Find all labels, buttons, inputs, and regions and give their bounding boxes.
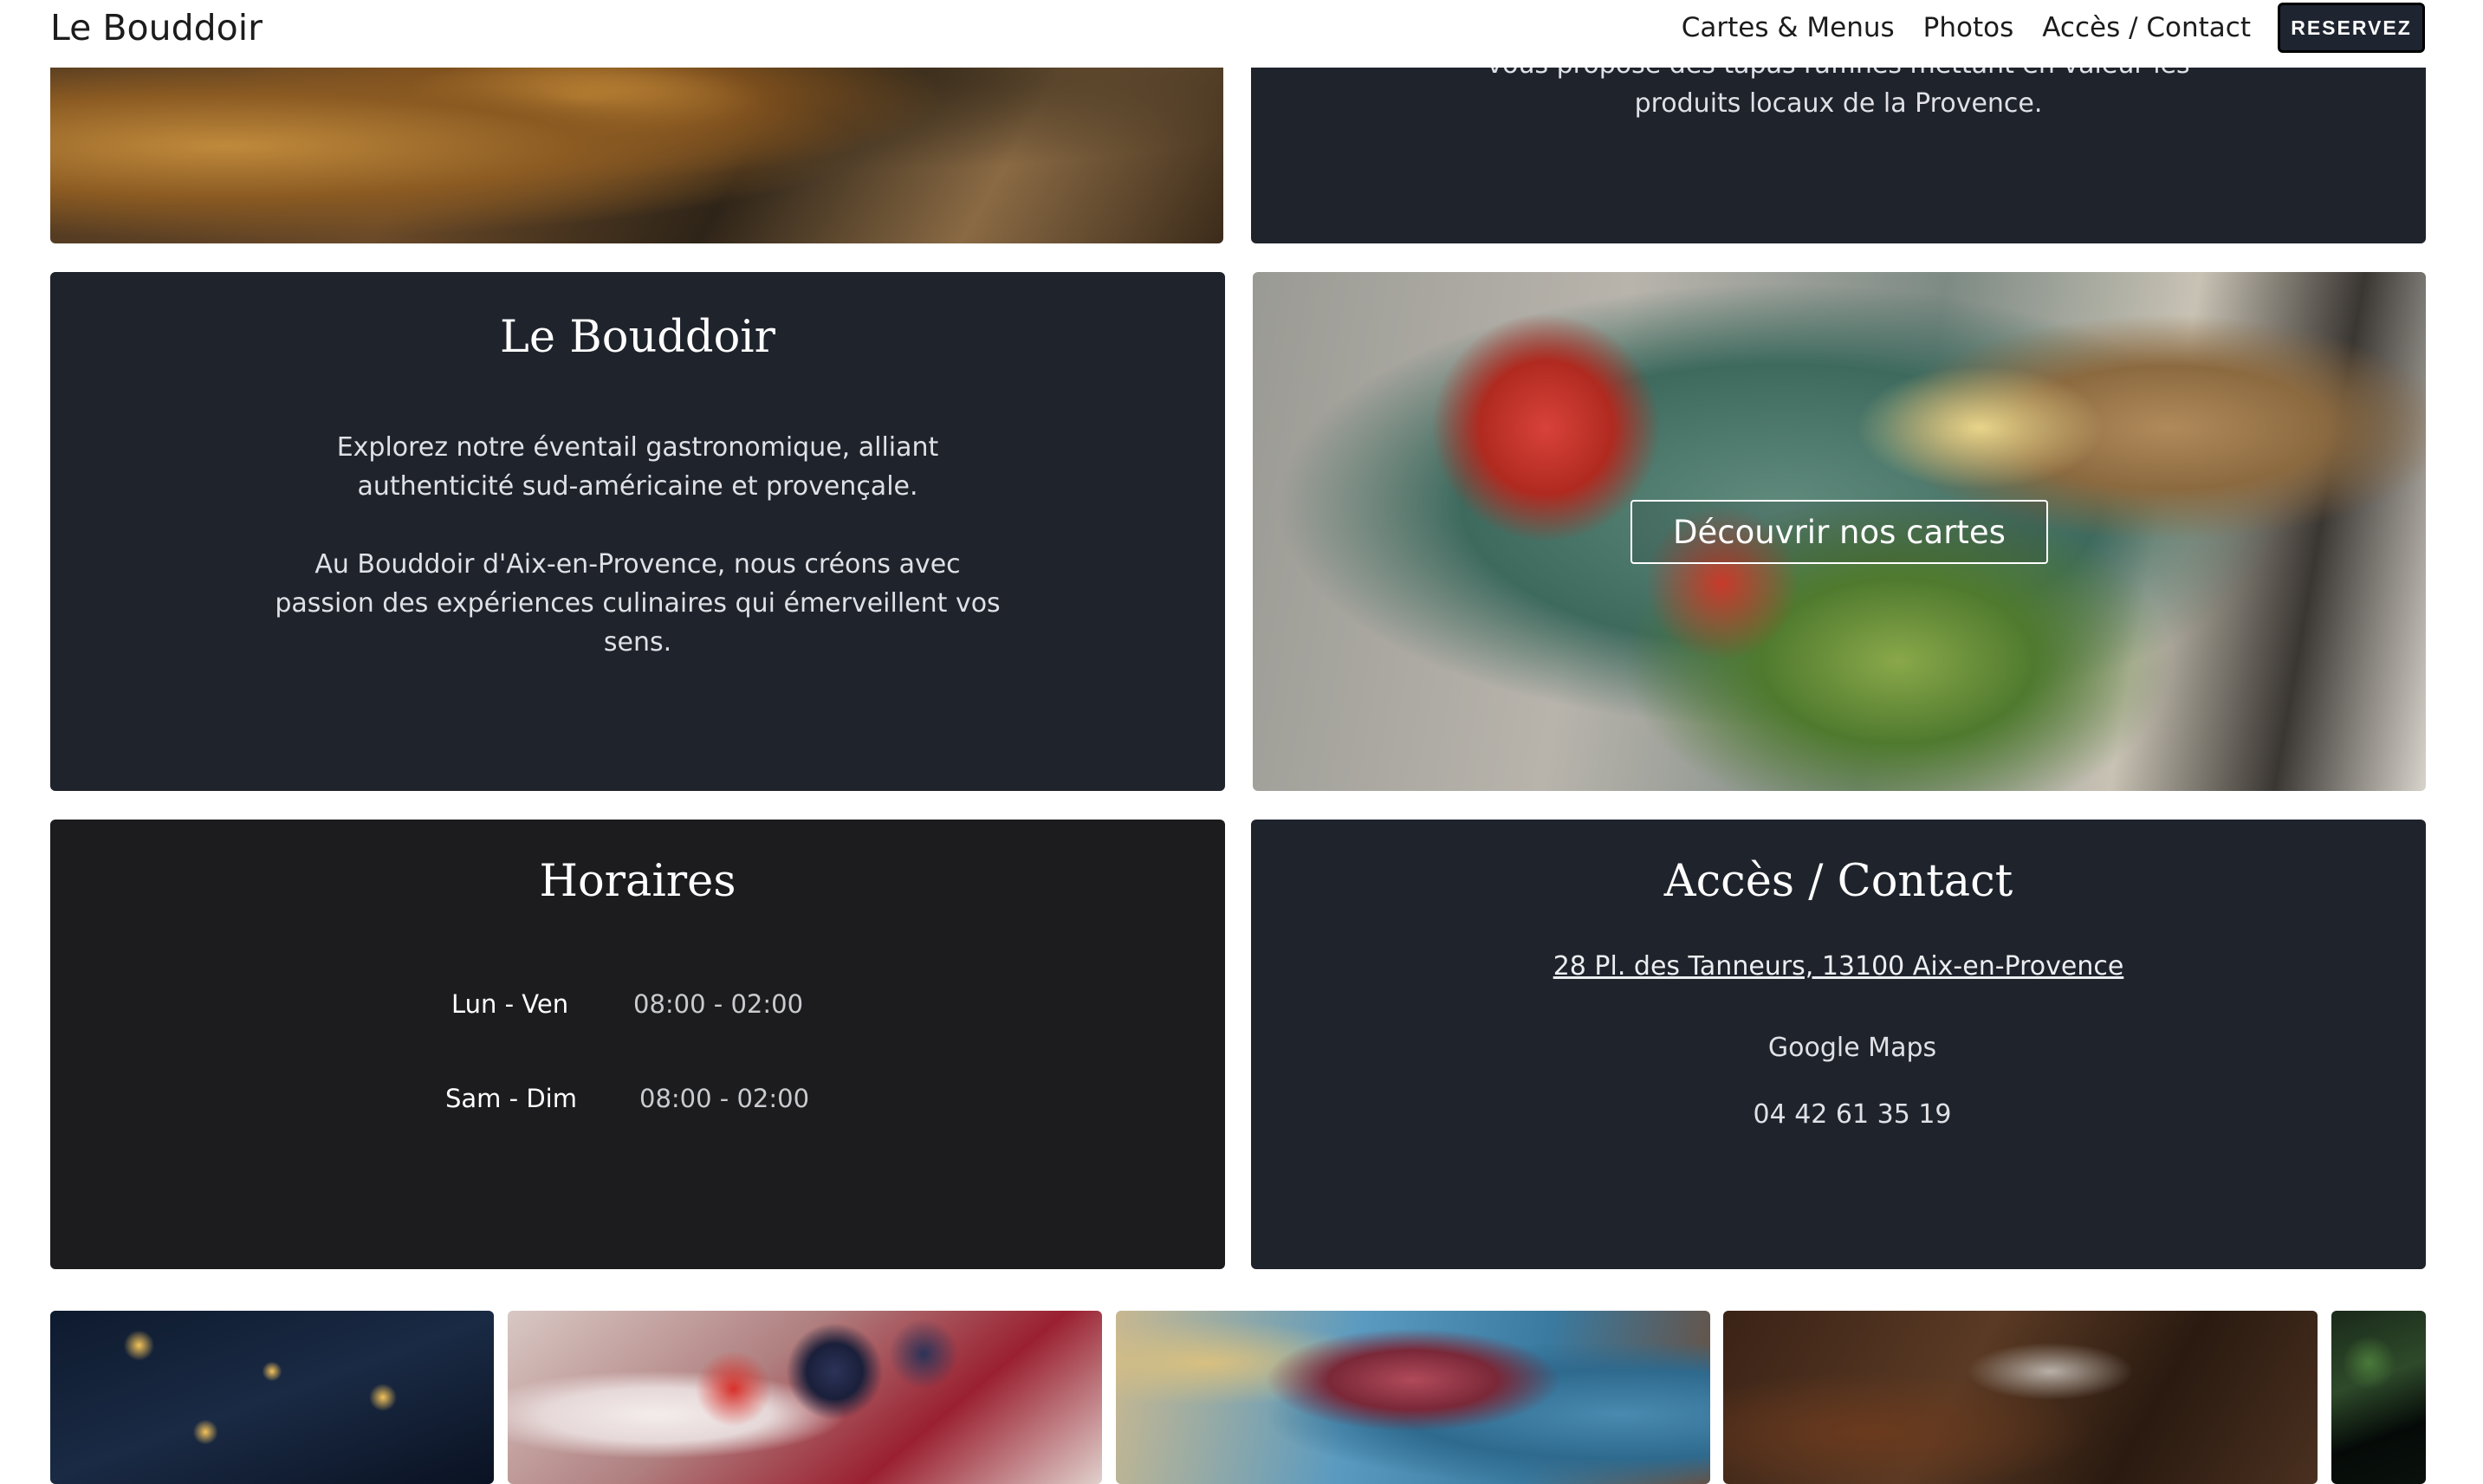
site-header: Le Bouddoir Cartes & Menus Photos Accès … bbox=[0, 0, 2483, 68]
hours-title: Horaires bbox=[539, 856, 736, 907]
reserve-button[interactable]: RESERVEZ bbox=[2278, 3, 2425, 53]
hours-card: Horaires Lun - Ven 08:00 - 02:00 Sam - D… bbox=[50, 820, 1225, 1269]
gallery-photo-5[interactable] bbox=[2331, 1311, 2426, 1484]
hours-days-weekend: Sam - Dim bbox=[445, 1084, 577, 1113]
nav-link-cartes-menus[interactable]: Cartes & Menus bbox=[1682, 10, 1895, 45]
hours-days-weekday: Lun - Ven bbox=[451, 989, 569, 1019]
hours-time-weekday: 08:00 - 02:00 bbox=[633, 989, 804, 1019]
address-link[interactable]: 28 Pl. des Tanneurs, 13100 Aix-en-Proven… bbox=[1251, 951, 2426, 982]
nav-link-photos[interactable]: Photos bbox=[1923, 10, 2014, 45]
intro-text-line-2: produits locaux de la Provence. bbox=[1634, 88, 2043, 119]
about-para1-line1: Explorez notre éventail gastronomique, a… bbox=[336, 432, 939, 463]
google-maps-link[interactable]: Google Maps bbox=[1265, 1033, 2426, 1063]
discover-menus-button[interactable]: Découvrir nos cartes bbox=[1630, 500, 2048, 564]
main-nav: Cartes & Menus Photos Accès / Contact bbox=[1682, 10, 2251, 45]
nav-link-acces-contact[interactable]: Accès / Contact bbox=[2042, 10, 2251, 45]
about-title: Le Bouddoir bbox=[500, 312, 775, 363]
gallery-photo-4[interactable] bbox=[1723, 1311, 2318, 1484]
hours-time-weekend: 08:00 - 02:00 bbox=[639, 1084, 810, 1113]
contact-title: Accès / Contact bbox=[1663, 856, 2013, 907]
about-para2-line2: passion des expériences culinaires qui é… bbox=[275, 588, 1001, 619]
about-para1-line2: authenticité sud-américaine et provençal… bbox=[357, 471, 918, 502]
gallery-photo-3[interactable] bbox=[1116, 1311, 1710, 1484]
brand-logo-text[interactable]: Le Bouddoir bbox=[50, 5, 263, 50]
about-card: Le Bouddoir Explorez notre éventail gast… bbox=[50, 272, 1225, 791]
about-para2-line1: Au Bouddoir d'Aix-en-Provence, nous créo… bbox=[314, 549, 961, 580]
salad-photo: Découvrir nos cartes bbox=[1253, 272, 2426, 791]
gallery-photo-2[interactable] bbox=[508, 1311, 1102, 1484]
contact-card: Accès / Contact 28 Pl. des Tanneurs, 131… bbox=[1251, 820, 2426, 1269]
phone-number[interactable]: 04 42 61 35 19 bbox=[1265, 1099, 2426, 1130]
gallery-photo-1[interactable] bbox=[50, 1311, 494, 1484]
about-para2-line3: sens. bbox=[603, 627, 672, 658]
